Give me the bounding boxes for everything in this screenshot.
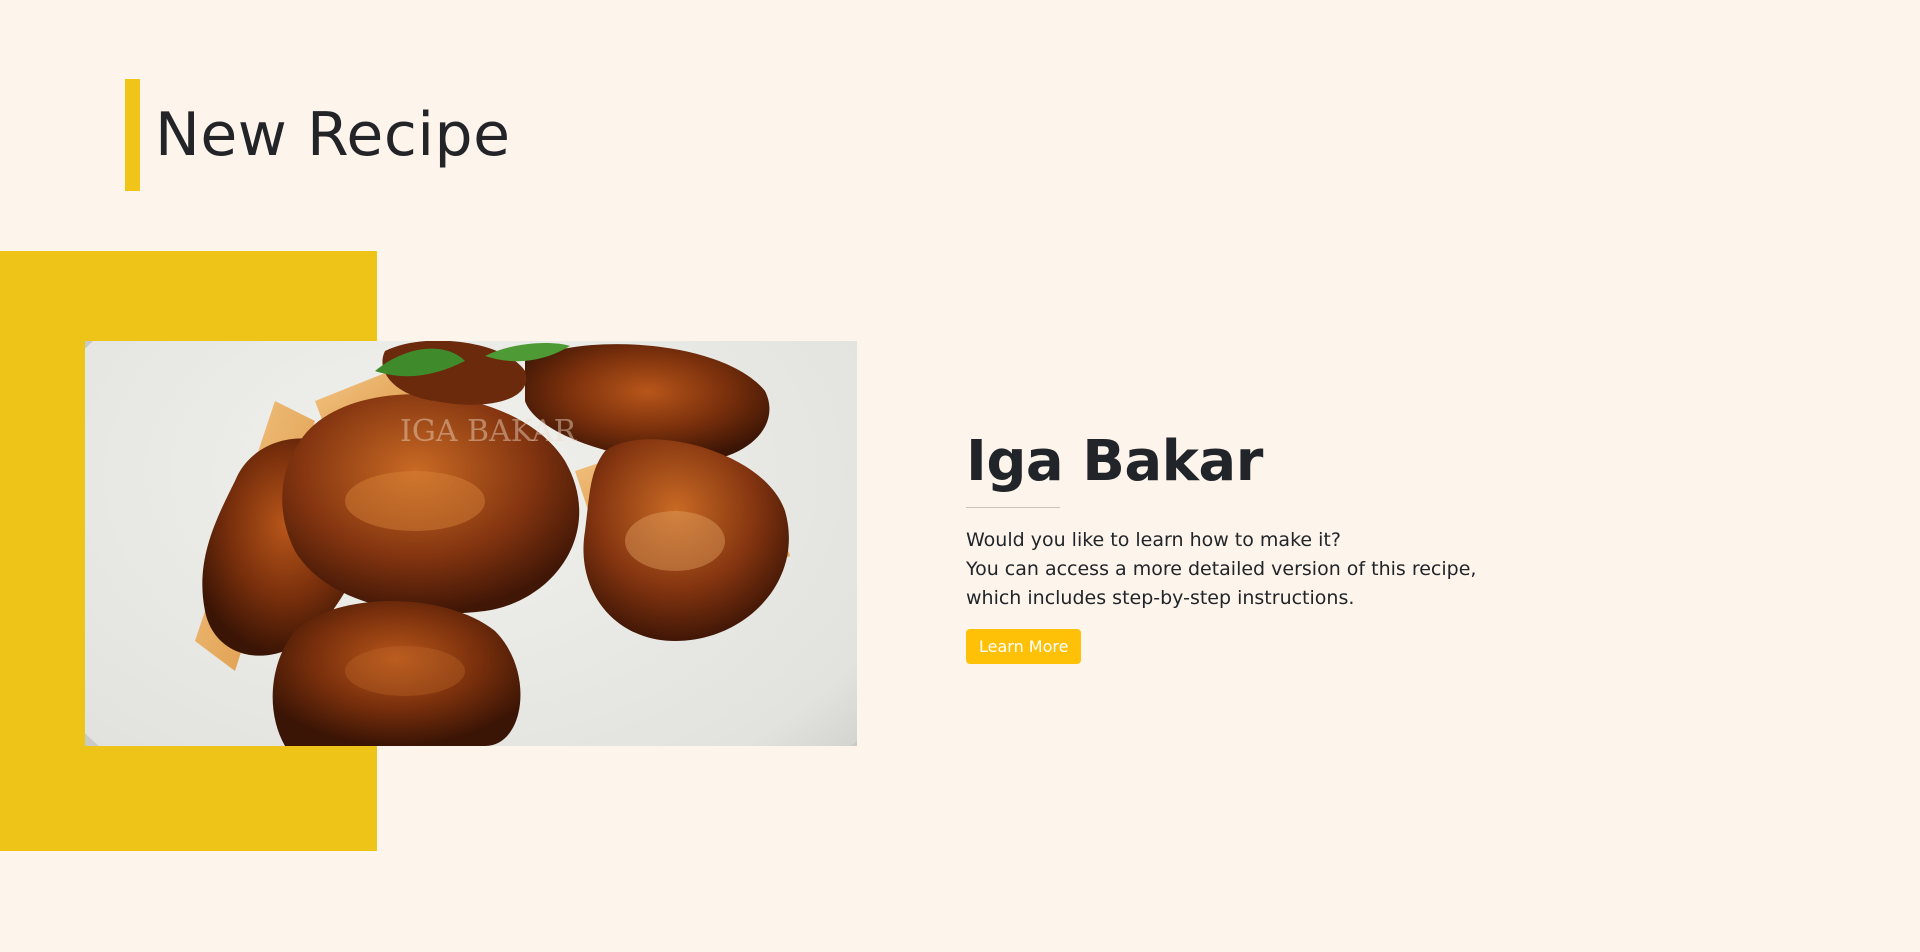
image-watermark-text: IGA BAKAR (400, 414, 578, 449)
recipe-info: Iga Bakar Would you like to learn how to… (966, 429, 1566, 665)
description-line: which includes step-by-step instructions… (966, 587, 1355, 610)
section-heading: New Recipe (125, 79, 511, 191)
recipe-section: New Recipe IGA BAKAR Iga Bakar Would you… (0, 0, 1920, 952)
recipe-title: Iga Bakar (966, 429, 1263, 494)
description-line: Would you like to learn how to make it? (966, 529, 1341, 552)
page-title: New Recipe (155, 100, 511, 170)
learn-more-button[interactable]: Learn More (966, 629, 1082, 665)
recipe-description: Would you like to learn how to make it? … (966, 526, 1566, 613)
recipe-image: IGA BAKAR (85, 341, 857, 746)
title-divider (966, 507, 1060, 509)
heading-accent-bar (125, 79, 140, 191)
description-line: You can access a more detailed version o… (966, 558, 1477, 581)
